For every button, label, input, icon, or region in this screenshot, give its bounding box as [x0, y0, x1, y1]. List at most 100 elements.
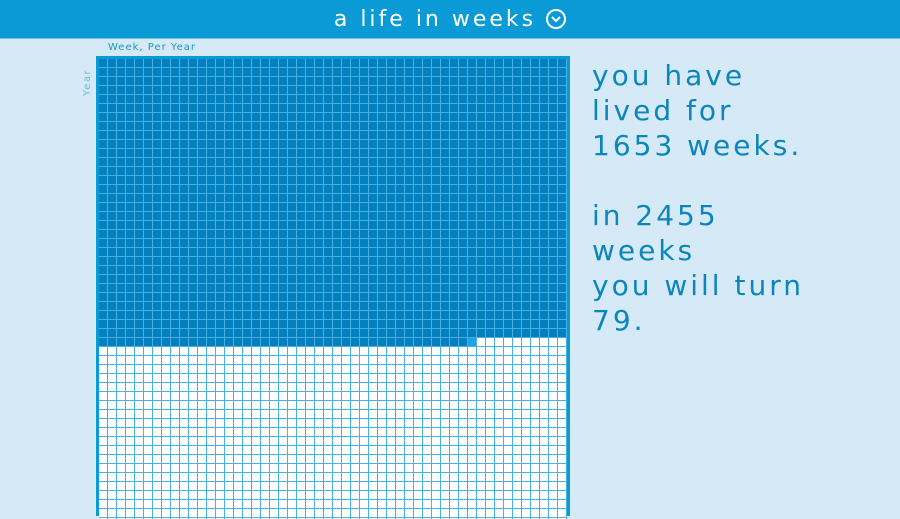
future-week-cell: [531, 356, 539, 364]
lived-week-cell: [180, 167, 188, 175]
lived-week-cell: [243, 212, 251, 220]
lived-week-cell: [279, 194, 287, 202]
lived-week-cell: [531, 122, 539, 130]
lived-week-cell: [351, 266, 359, 274]
lived-week-cell: [324, 230, 332, 238]
lived-week-cell: [252, 95, 260, 103]
lived-week-cell: [513, 203, 521, 211]
lived-week-cell: [504, 203, 512, 211]
lived-week-cell: [261, 311, 269, 319]
lived-week-cell: [459, 77, 467, 85]
lived-week-cell: [504, 104, 512, 112]
lived-week-cell: [108, 77, 116, 85]
future-week-cell: [531, 437, 539, 445]
lived-week-cell: [459, 59, 467, 67]
lived-week-cell: [126, 185, 134, 193]
lived-week-cell: [486, 113, 494, 121]
future-week-cell: [504, 437, 512, 445]
future-week-cell: [162, 509, 170, 517]
lived-week-cell: [504, 158, 512, 166]
future-week-cell: [180, 356, 188, 364]
lived-week-cell: [558, 185, 566, 193]
future-week-cell: [414, 500, 422, 508]
future-week-cell: [180, 437, 188, 445]
lived-week-cell: [468, 230, 476, 238]
future-week-cell: [252, 410, 260, 418]
lived-week-cell: [558, 113, 566, 121]
lived-week-cell: [378, 266, 386, 274]
lived-week-cell: [234, 122, 242, 130]
lived-week-cell: [387, 320, 395, 328]
future-week-cell: [306, 428, 314, 436]
lived-week-cell: [477, 293, 485, 301]
future-week-cell: [504, 347, 512, 355]
future-week-cell: [135, 491, 143, 499]
future-week-cell: [279, 428, 287, 436]
future-week-cell: [306, 401, 314, 409]
lived-week-cell: [270, 158, 278, 166]
future-week-cell: [351, 491, 359, 499]
lived-week-cell: [234, 158, 242, 166]
lived-week-cell: [522, 95, 530, 103]
lived-week-cell: [135, 203, 143, 211]
lived-week-cell: [459, 203, 467, 211]
summary-line: in 2455: [592, 199, 719, 232]
future-week-cell: [108, 500, 116, 508]
future-week-cell: [486, 347, 494, 355]
future-week-cell: [396, 437, 404, 445]
future-week-cell: [225, 347, 233, 355]
lived-week-cell: [414, 149, 422, 157]
lived-week-cell: [279, 302, 287, 310]
lived-week-cell: [378, 230, 386, 238]
lived-week-cell: [333, 131, 341, 139]
lived-week-cell: [360, 203, 368, 211]
lived-week-cell: [261, 185, 269, 193]
lived-week-cell: [279, 320, 287, 328]
lived-week-cell: [477, 131, 485, 139]
lived-week-cell: [135, 59, 143, 67]
future-week-cell: [513, 401, 521, 409]
lived-week-cell: [306, 284, 314, 292]
lived-week-cell: [225, 149, 233, 157]
lived-week-cell: [450, 293, 458, 301]
lived-week-cell: [450, 329, 458, 337]
lived-week-cell: [207, 248, 215, 256]
future-week-cell: [261, 365, 269, 373]
lived-week-cell: [189, 293, 197, 301]
lived-week-cell: [324, 338, 332, 346]
lived-week-cell: [414, 284, 422, 292]
future-week-cell: [216, 347, 224, 355]
lived-week-cell: [108, 194, 116, 202]
future-week-cell: [423, 482, 431, 490]
lived-week-cell: [333, 104, 341, 112]
lived-week-cell: [360, 275, 368, 283]
chevron-down-circle-icon[interactable]: [546, 9, 567, 29]
lived-week-cell: [504, 275, 512, 283]
future-week-cell: [513, 392, 521, 400]
future-week-cell: [144, 509, 152, 517]
lived-week-cell: [342, 266, 350, 274]
lived-week-cell: [549, 185, 557, 193]
lived-week-cell: [486, 104, 494, 112]
lived-week-cell: [288, 230, 296, 238]
lived-week-cell: [441, 284, 449, 292]
lived-week-cell: [549, 140, 557, 148]
future-week-cell: [234, 365, 242, 373]
lived-week-cell: [414, 293, 422, 301]
lived-week-cell: [558, 68, 566, 76]
future-week-cell: [351, 347, 359, 355]
future-week-cell: [297, 509, 305, 517]
future-week-cell: [279, 437, 287, 445]
lived-week-cell: [495, 104, 503, 112]
future-week-cell: [279, 374, 287, 382]
future-week-cell: [216, 491, 224, 499]
lived-week-cell: [198, 77, 206, 85]
lived-week-cell: [387, 329, 395, 337]
lived-week-cell: [207, 131, 215, 139]
future-week-cell: [243, 383, 251, 391]
future-week-cell: [540, 401, 548, 409]
lived-week-cell: [297, 320, 305, 328]
future-week-cell: [315, 392, 323, 400]
future-week-cell: [495, 410, 503, 418]
lived-week-cell: [414, 257, 422, 265]
